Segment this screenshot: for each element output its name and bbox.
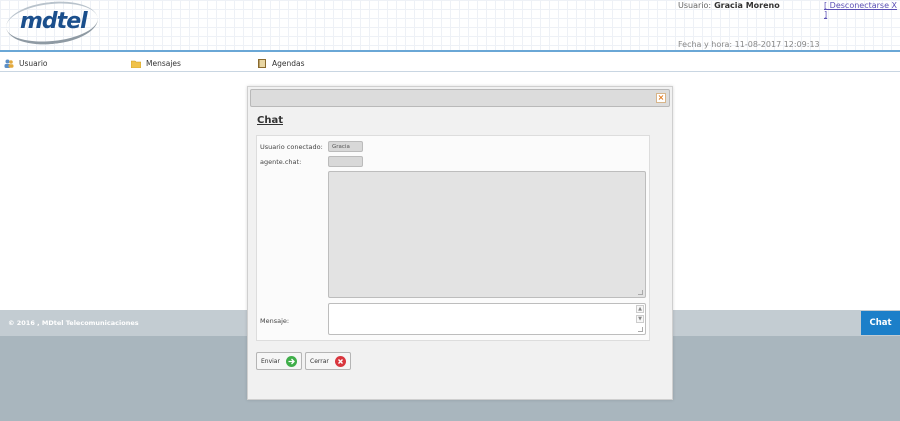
book-icon <box>257 58 267 68</box>
chat-tab-button[interactable]: Chat <box>861 311 900 335</box>
send-button[interactable]: Enviar <box>256 352 302 370</box>
message-label: Mensaje: <box>260 317 290 325</box>
header: mdtel Usuario: Gracia Moreno [ Desconecta… <box>0 0 900 52</box>
menu-item-mensajes[interactable]: Mensajes <box>130 57 181 69</box>
scroll-down-icon[interactable]: ▼ <box>636 315 644 323</box>
chat-dialog: × Chat Usuario conectado: Gracia agente.… <box>247 86 673 400</box>
agent-label: agente.chat: <box>260 158 302 166</box>
page: mdtel Usuario: Gracia Moreno [ Desconecta… <box>0 0 900 421</box>
connected-user-label: Usuario conectado: <box>260 143 323 151</box>
menu-item-agendas[interactable]: Agendas <box>257 57 305 69</box>
dialog-title: Chat <box>257 115 283 126</box>
user-prefix: Usuario: <box>678 1 712 10</box>
logout-link[interactable]: [ Desconectarse X ] <box>824 1 900 19</box>
user-icon <box>4 59 14 68</box>
connected-user-value: Gracia <box>328 141 363 152</box>
resize-grip-icon[interactable] <box>638 290 643 295</box>
dialog-titlebar[interactable]: × <box>250 89 670 107</box>
menu-label: Usuario <box>19 58 48 68</box>
menu-bar: Usuario Mensajes Agendas <box>0 54 900 72</box>
scroll-up-icon[interactable]: ▲ <box>636 305 644 313</box>
logo: mdtel <box>20 9 88 34</box>
close-button-label: Cerrar <box>310 357 329 365</box>
datetime: Fecha y hora: 11-08-2017 12:09:13 <box>678 40 820 49</box>
close-button[interactable]: Cerrar <box>305 352 351 370</box>
menu-item-usuario[interactable]: Usuario <box>4 57 48 69</box>
folder-icon <box>130 59 142 68</box>
send-button-label: Enviar <box>261 357 280 365</box>
chat-log[interactable] <box>328 171 646 298</box>
chat-panel: Usuario conectado: Gracia agente.chat: M… <box>256 135 650 341</box>
user-info: Usuario: Gracia Moreno <box>678 1 780 10</box>
message-input[interactable]: ▲ ▼ <box>328 303 646 335</box>
close-circle-icon <box>334 355 346 367</box>
send-icon <box>285 355 297 367</box>
user-name: Gracia Moreno <box>714 1 780 10</box>
resize-grip-icon[interactable] <box>638 327 643 332</box>
menu-label: Agendas <box>272 58 305 68</box>
close-icon[interactable]: × <box>656 93 666 103</box>
copyright: © 2016 , MDtel Telecomunicaciones <box>8 319 139 327</box>
agent-value <box>328 156 363 167</box>
menu-label: Mensajes <box>146 58 181 68</box>
